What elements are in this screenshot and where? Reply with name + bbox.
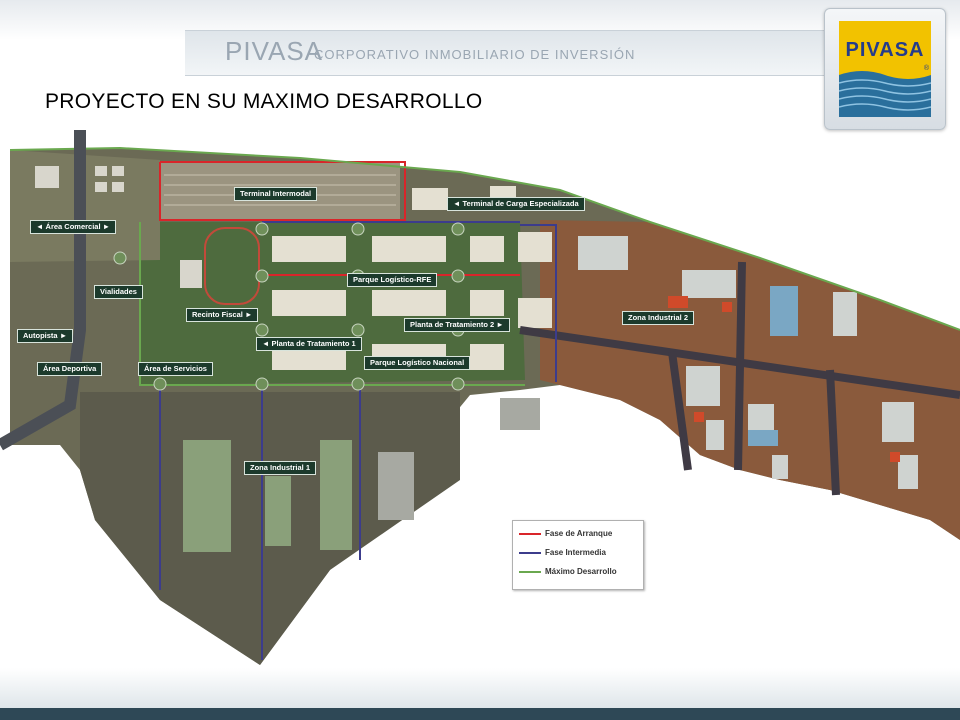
label-recinto-fiscal: Recinto Fiscal ► xyxy=(186,308,259,322)
label-area-deportiva: Área Deportiva xyxy=(37,362,103,376)
legend-item-fase-arranque: Fase de Arranque xyxy=(519,527,643,541)
label-autopista: Autopista ► xyxy=(17,329,74,343)
arrow-left-icon: ◄ xyxy=(36,222,44,231)
label-planta-tratamiento-1: ◄ Planta de Tratamiento 1 xyxy=(256,337,362,351)
legend-swatch-red xyxy=(519,533,541,535)
legend-swatch-blue xyxy=(519,552,541,554)
label-zona-industrial-2: Zona Industrial 2 xyxy=(622,311,695,325)
label-terminal-intermodal: Terminal Intermodal xyxy=(234,187,318,201)
label-area-servicios: Área de Servicios xyxy=(138,362,213,376)
map-legend: Fase de Arranque Fase Intermedia Máximo … xyxy=(512,520,644,590)
label-planta-tratamiento-2: Planta de Tratamiento 2 ► xyxy=(404,318,510,332)
label-parque-logistico-nacional: Parque Logístico Nacional xyxy=(364,356,471,370)
label-area-comercial: ◄ Área Comercial ► xyxy=(30,220,117,234)
bottom-bar xyxy=(0,708,960,720)
label-terminal-carga: ◄ Terminal de Carga Especializada xyxy=(447,197,585,211)
bottom-band xyxy=(0,668,960,708)
arrow-right-icon: ► xyxy=(244,310,253,319)
site-plan-map xyxy=(0,130,960,665)
legend-swatch-green xyxy=(519,571,541,573)
arrow-right-icon: ► xyxy=(102,222,111,231)
label-vialidades: Vialidades xyxy=(94,285,143,299)
label-parque-logistico-rfe: Parque Logístico-RFE xyxy=(347,273,438,287)
label-zona-industrial-1: Zona Industrial 1 xyxy=(244,461,317,475)
arrow-left-icon: ◄ xyxy=(262,339,270,348)
arrow-right-icon: ► xyxy=(496,320,504,329)
legend-item-maximo-desarrollo: Máximo Desarrollo xyxy=(519,565,643,579)
arrow-left-icon: ◄ xyxy=(453,199,461,208)
legend-item-fase-intermedia: Fase Intermedia xyxy=(519,546,643,560)
arrow-right-icon: ► xyxy=(59,331,68,340)
